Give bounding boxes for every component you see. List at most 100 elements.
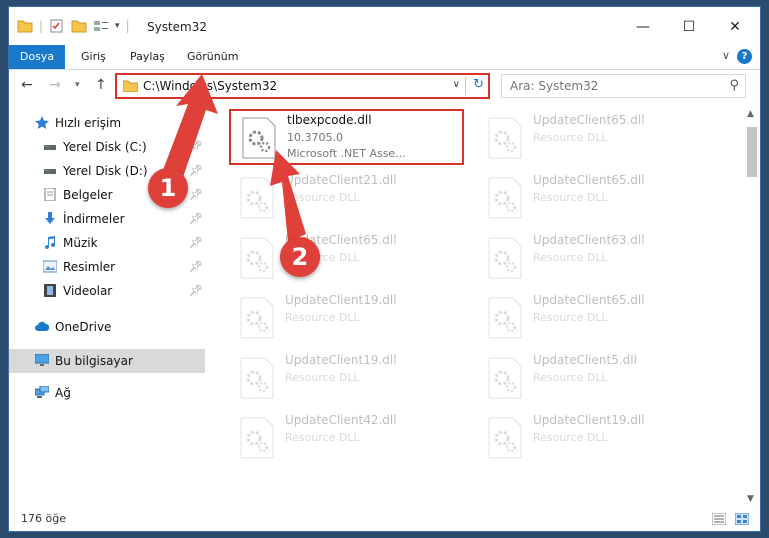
file-name: UpdateClient65.dll bbox=[533, 113, 645, 127]
sidebar-item-label: Resimler bbox=[63, 260, 116, 274]
address-dropdown-chevron-icon[interactable]: ∨ bbox=[453, 79, 460, 90]
tab-home[interactable]: Giriş bbox=[81, 45, 106, 69]
sidebar-item-label: Belgeler bbox=[63, 188, 113, 202]
tab-share[interactable]: Paylaş bbox=[130, 45, 165, 69]
scroll-thumb[interactable] bbox=[747, 127, 757, 177]
sidebar-item-local-disk-c[interactable]: Yerel Disk (C:) 📌︎ bbox=[9, 135, 205, 159]
file-type: Resource DLL bbox=[285, 311, 360, 324]
title-bar: | ▾ | System32 — ☐ ✕ bbox=[9, 7, 760, 45]
pin-icon[interactable]: 📌︎ bbox=[189, 207, 203, 231]
sidebar-item-pictures[interactable]: Resimler 📌︎ bbox=[9, 255, 205, 279]
forward-arrow-icon[interactable]: → bbox=[49, 77, 61, 93]
sidebar-item-label: İndirmeler bbox=[63, 212, 125, 226]
folder-icon[interactable] bbox=[17, 19, 33, 33]
file-description: Microsoft .NET Asse... bbox=[287, 147, 406, 160]
minimize-button[interactable]: — bbox=[633, 17, 653, 37]
dll-file-icon bbox=[488, 117, 522, 159]
refresh-icon[interactable]: ↻ bbox=[473, 77, 484, 92]
window-title: System32 bbox=[147, 20, 208, 34]
sidebar-item-label: Yerel Disk (C:) bbox=[63, 140, 147, 154]
address-path[interactable]: C:\Windows\System32 bbox=[143, 79, 277, 93]
sidebar-item-downloads[interactable]: İndirmeler 📌︎ bbox=[9, 207, 205, 231]
dll-file-icon bbox=[240, 177, 274, 219]
file-tile[interactable]: UpdateClient5.dll Resource DLL bbox=[477, 351, 712, 407]
sidebar-item-network[interactable]: Ağ bbox=[9, 381, 205, 405]
file-tile[interactable]: UpdateClient42.dll Resource DLL bbox=[229, 411, 464, 467]
properties-icon[interactable] bbox=[49, 19, 65, 33]
file-tile-tlbexpcode[interactable]: tlbexpcode.dll 10.3705.0 Microsoft .NET … bbox=[229, 109, 464, 165]
network-icon bbox=[35, 386, 49, 398]
documents-icon bbox=[44, 188, 56, 201]
item-count: 176 öğe bbox=[21, 512, 66, 525]
file-tile[interactable]: UpdateClient65.dll Resource DLL bbox=[477, 171, 712, 227]
file-type: Resource DLL bbox=[533, 311, 608, 324]
tab-file[interactable]: Dosya bbox=[9, 45, 65, 69]
file-name: UpdateClient42.dll bbox=[285, 413, 397, 427]
customize-toolbar-chevron-icon[interactable]: ▾ bbox=[115, 21, 120, 31]
dll-file-icon bbox=[488, 357, 522, 399]
file-list: tlbexpcode.dll 10.3705.0 Microsoft .NET … bbox=[219, 109, 739, 509]
address-bar[interactable]: C:\Windows\System32 ∨ ↻ bbox=[115, 73, 490, 99]
sidebar-item-label: Videolar bbox=[63, 284, 113, 298]
star-icon bbox=[35, 116, 49, 129]
file-type: Resource DLL bbox=[533, 251, 608, 264]
file-name: UpdateClient63.dll bbox=[533, 233, 645, 247]
expand-ribbon-chevron-icon[interactable]: ∨ bbox=[722, 49, 730, 62]
scroll-up-arrow-icon[interactable]: ▲ bbox=[747, 109, 754, 119]
file-tile[interactable]: UpdateClient21.dll Resource DLL bbox=[229, 171, 464, 227]
tab-view[interactable]: Görünüm bbox=[187, 45, 238, 69]
maximize-button[interactable]: ☐ bbox=[679, 17, 699, 37]
file-type: Resource DLL bbox=[533, 191, 608, 204]
file-type: Resource DLL bbox=[533, 131, 608, 144]
drive-icon bbox=[44, 145, 56, 150]
recent-locations-chevron-icon[interactable]: ▾ bbox=[75, 80, 80, 90]
dll-file-icon bbox=[240, 417, 274, 459]
back-arrow-icon[interactable]: ← bbox=[21, 77, 33, 93]
navigation-bar: ← → ▾ ↑ C:\Windows\System32 ∨ ↻ ⚲ bbox=[9, 69, 760, 103]
pin-icon[interactable]: 📌︎ bbox=[189, 231, 203, 255]
new-folder-icon[interactable] bbox=[71, 19, 87, 33]
sidebar-item-onedrive[interactable]: OneDrive bbox=[9, 315, 205, 339]
scroll-down-arrow-icon[interactable]: ▼ bbox=[747, 494, 754, 504]
download-icon bbox=[45, 212, 55, 224]
sidebar-item-quick-access[interactable]: Hızlı erişim bbox=[9, 111, 205, 135]
file-tile[interactable]: UpdateClient65.dll Resource DLL bbox=[477, 111, 712, 167]
file-name: UpdateClient19.dll bbox=[285, 293, 397, 307]
pin-icon[interactable]: 📌︎ bbox=[189, 135, 203, 159]
file-tile[interactable]: UpdateClient19.dll Resource DLL bbox=[229, 291, 464, 347]
up-arrow-icon[interactable]: ↑ bbox=[95, 77, 107, 93]
rename-icon[interactable] bbox=[93, 19, 109, 33]
file-tile[interactable]: UpdateClient63.dll Resource DLL bbox=[477, 231, 712, 287]
file-type: Resource DLL bbox=[533, 431, 608, 444]
status-bar: 176 öğe bbox=[9, 509, 760, 531]
pin-icon[interactable]: 📌︎ bbox=[189, 159, 203, 183]
sidebar-item-music[interactable]: Müzik 📌︎ bbox=[9, 231, 205, 255]
pin-icon[interactable]: 📌︎ bbox=[189, 183, 203, 207]
search-input[interactable] bbox=[508, 78, 712, 94]
tiles-view-icon[interactable] bbox=[735, 513, 749, 525]
sidebar-item-this-pc[interactable]: Bu bilgisayar bbox=[9, 349, 205, 373]
file-name: UpdateClient65.dll bbox=[533, 173, 645, 187]
pin-icon[interactable]: 📌︎ bbox=[189, 255, 203, 279]
details-view-icon[interactable] bbox=[712, 513, 726, 525]
ribbon-tabs: Dosya Giriş Paylaş Görünüm ∨ ? bbox=[9, 45, 760, 70]
sidebar-item-videos[interactable]: Videolar 📌︎ bbox=[9, 279, 205, 303]
pin-icon[interactable]: 📌︎ bbox=[189, 279, 203, 303]
file-tile[interactable]: UpdateClient65.dll Resource DLL bbox=[477, 291, 712, 347]
file-type: Resource DLL bbox=[533, 371, 608, 384]
music-icon bbox=[45, 236, 56, 249]
search-icon[interactable]: ⚲ bbox=[729, 78, 739, 93]
vertical-scrollbar[interactable]: ▲ ▼ bbox=[744, 109, 760, 509]
help-button[interactable]: ? bbox=[737, 49, 752, 64]
search-box[interactable]: ⚲ bbox=[501, 74, 746, 98]
sidebar-item-label: Hızlı erişim bbox=[55, 116, 122, 130]
file-tile[interactable]: UpdateClient19.dll Resource DLL bbox=[477, 411, 712, 467]
file-tile[interactable]: UpdateClient65.dll Resource DLL bbox=[229, 231, 464, 287]
file-name: tlbexpcode.dll bbox=[287, 113, 372, 127]
file-name: UpdateClient21.dll bbox=[285, 173, 397, 187]
computer-icon bbox=[35, 354, 49, 366]
close-button[interactable]: ✕ bbox=[725, 17, 745, 37]
sidebar-item-label: Yerel Disk (D:) bbox=[63, 164, 148, 178]
drive-icon bbox=[44, 169, 56, 174]
file-tile[interactable]: UpdateClient19.dll Resource DLL bbox=[229, 351, 464, 407]
